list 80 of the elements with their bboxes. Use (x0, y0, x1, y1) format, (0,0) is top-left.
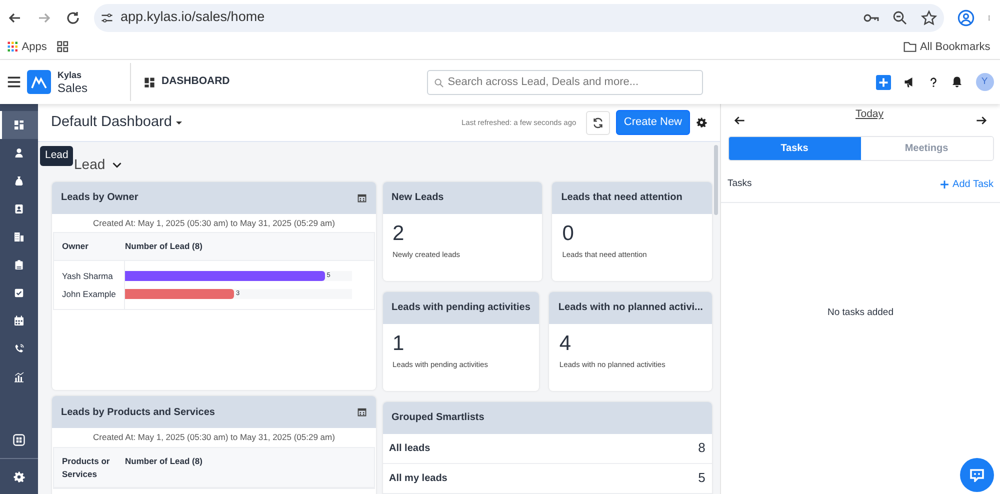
product-name: Sales (58, 82, 88, 94)
clipboard-icon (13, 258, 25, 270)
arrow-left-icon[interactable] (734, 114, 745, 126)
site-settings-icon (100, 10, 114, 24)
stat-value: 2 (392, 222, 406, 245)
building-icon (13, 230, 25, 242)
checkbox-icon (13, 286, 25, 298)
person-icon (13, 146, 25, 158)
chatbot-icon (969, 468, 985, 482)
profile-icon[interactable] (956, 8, 974, 26)
card-title: Leads by Owner (61, 191, 138, 205)
scrollbar[interactable] (714, 145, 718, 216)
grid-icon (13, 434, 25, 446)
card-title: New Leads (392, 191, 444, 205)
chart-icon (13, 370, 25, 382)
zoom-out-icon[interactable] (892, 10, 908, 26)
smartlist-item[interactable]: All leads 8 (382, 434, 712, 464)
plus-icon (940, 180, 950, 189)
folder-icon (902, 40, 917, 54)
dashboard-icon (144, 76, 155, 88)
section-heading: Tasks (728, 177, 752, 192)
tab[interactable]: Tasks (728, 137, 860, 160)
tab-groups-icon[interactable] (56, 40, 69, 53)
search-icon (434, 78, 444, 88)
dashboard-icon (13, 118, 25, 130)
logo-icon (27, 70, 51, 94)
empty-message: No tasks added (827, 307, 894, 318)
arrow-right-icon[interactable] (976, 114, 987, 126)
stat-value: 1 (392, 332, 406, 355)
section-title: DASHBOARD (162, 74, 230, 90)
sidebar-item[interactable] (0, 110, 38, 138)
help-icon[interactable] (928, 76, 938, 88)
add-task-link[interactable]: Add Task (940, 177, 994, 192)
entity-selector[interactable]: Lead (74, 154, 122, 175)
all-bookmarks-button[interactable]: All Bookmarks (902, 38, 994, 56)
refresh-button[interactable] (586, 110, 610, 134)
card-title: Leads that need attention (561, 191, 682, 205)
column-header: Number of Lead (8) (125, 240, 202, 254)
megaphone-icon[interactable] (904, 76, 916, 88)
refresh-icon (592, 116, 604, 128)
reload-icon[interactable] (64, 10, 80, 26)
chat-button[interactable] (960, 458, 994, 492)
card-title: Leads with no planned activi... (558, 301, 703, 315)
column-header: Number of Lead (8) (125, 454, 202, 468)
card-title: Grouped Smartlists (392, 411, 484, 425)
brand-name: Kylas (58, 70, 83, 80)
stat-value: 0 (562, 222, 575, 245)
bell-icon[interactable] (950, 76, 962, 88)
url-text: app.kylas.io/sales/home (120, 8, 265, 26)
date-link[interactable]: Today (855, 107, 884, 123)
column-header: Products or Services (61, 454, 111, 480)
star-icon[interactable] (921, 10, 937, 26)
date-range-text: Created At: May 1, 2025 (05:30 am) to May 31, 2025 (05:29 am) (92, 431, 336, 444)
card-title: Leads by Products and Services (61, 406, 215, 420)
caret-icon (175, 118, 184, 126)
card-title: Leads with pending activities (392, 301, 530, 315)
calendar-icon (13, 314, 25, 326)
date-range-text: Created At: May 1, 2025 (05:30 am) to May 31, 2025 (05:29 am) (92, 216, 336, 230)
menu-icon[interactable] (6, 75, 20, 89)
add-icon[interactable] (876, 74, 890, 90)
calendar-icon[interactable] (357, 407, 367, 417)
address-bar[interactable]: app.kylas.io/sales/home (94, 4, 944, 32)
apps-grid-icon (6, 41, 18, 53)
smartlist-item[interactable]: All my leads 5 (382, 464, 712, 494)
owner-label: John Example (61, 288, 117, 301)
phone-icon (13, 342, 25, 354)
owner-label: Yash Sharma (61, 270, 114, 283)
contact-card-icon (13, 202, 25, 214)
dashboard-selector[interactable]: Default Dashboard (51, 112, 184, 134)
create-new-button[interactable]: Create New (616, 110, 690, 135)
settings-icon (13, 470, 25, 483)
search-field[interactable]: Search across Lead, Deals and more... (426, 70, 703, 94)
money-bag-icon (13, 174, 25, 186)
bookmark-link[interactable]: Apps (6, 38, 47, 56)
settings-icon[interactable] (696, 117, 707, 128)
tooltip: Lead (40, 146, 74, 166)
stat-value: 4 (559, 332, 572, 355)
calendar-icon[interactable] (357, 192, 367, 202)
chevron-down-icon (112, 160, 122, 170)
column-header: Owner (61, 240, 90, 254)
